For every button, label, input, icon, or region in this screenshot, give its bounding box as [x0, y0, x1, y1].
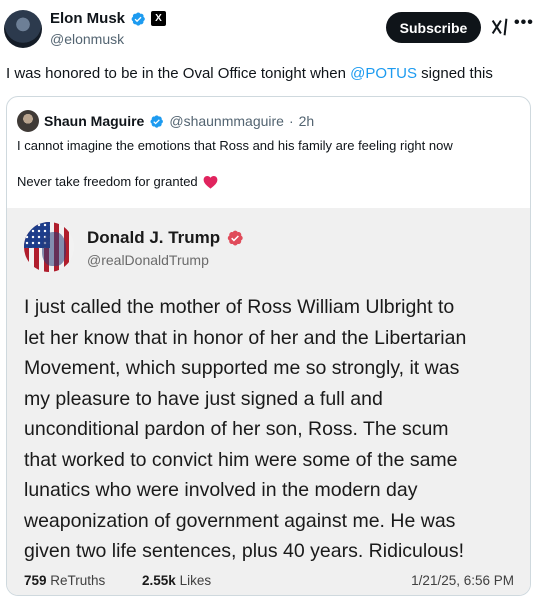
quote-text-line2-text: Never take freedom for granted — [17, 174, 198, 189]
author-handle[interactable]: @elonmusk — [50, 31, 124, 47]
tweet-text-before: I was honored to be in the Oval Office t… — [6, 65, 351, 82]
potus-mention-link[interactable]: @POTUS — [350, 65, 417, 82]
truth-avatar-face — [42, 232, 66, 266]
red-heart-icon — [203, 175, 218, 189]
more-icon[interactable]: ••• — [514, 14, 534, 32]
truth-avatar — [24, 222, 74, 272]
author-avatar[interactable] — [4, 10, 42, 48]
retruths-label: ReTruths — [50, 573, 106, 588]
truth-social-screenshot: Donald J. Trump @realDonaldTrump I just … — [7, 208, 530, 595]
quote-verified-badge-icon — [150, 114, 164, 128]
truth-body-line: lunatics who were involved in the modern… — [24, 479, 418, 501]
quote-author-name: Shaun Maguire — [44, 113, 145, 129]
truth-body-line: my pleasure to have just signed a full a… — [24, 387, 383, 410]
tweet-text: I was honored to be in the Oval Office t… — [6, 65, 493, 82]
likes-stat: 2.55k Likes — [142, 573, 211, 588]
quote-author-handle: @shaunmmaguire — [169, 113, 284, 129]
author-name-row: Elon Musk X — [50, 10, 167, 27]
subscribe-button[interactable]: Subscribe — [386, 12, 481, 43]
truth-body-line: I just called the mother of Ross William… — [24, 296, 455, 318]
quote-avatar — [17, 110, 39, 132]
truth-body-line: let her know that in honor of her and th… — [24, 326, 467, 349]
retruths-count: 759 — [24, 573, 47, 588]
tweet-header: Elon Musk X @elonmusk Subscribe ••• — [0, 0, 536, 56]
author-name[interactable]: Elon Musk — [50, 10, 125, 27]
retruths-stat: 759 ReTruths — [24, 573, 105, 588]
truth-body-line: Movement, which supported me so strongly… — [24, 357, 460, 379]
truth-date: 1/21/25, 6:56 PM — [411, 573, 514, 588]
truth-verified-badge-icon — [227, 230, 243, 246]
tweet-text-after: signed this — [417, 65, 493, 82]
quote-text-line1: I cannot imagine the emotions that Ross … — [17, 138, 453, 153]
truth-body-line: weaponization of government against me. … — [24, 509, 456, 532]
quote-text-line2: Never take freedom for granted — [17, 174, 218, 189]
grok-icon[interactable] — [489, 16, 511, 38]
quote-separator: · — [288, 113, 294, 129]
truth-body: I just called the mother of Ross William… — [24, 292, 524, 567]
truth-author-name: Donald J. Trump — [87, 228, 221, 247]
quote-header: Shaun Maguire @shaunmmaguire · 2h — [17, 110, 314, 132]
likes-label: Likes — [179, 573, 212, 588]
x-affiliate-icon[interactable]: X — [151, 11, 167, 26]
truth-name-row: Donald J. Trump — [87, 228, 244, 248]
quote-time: 2h — [298, 113, 315, 129]
truth-body-line: unconditional pardon of her son, Ross. T… — [24, 418, 449, 440]
likes-count: 2.55k — [142, 573, 176, 588]
verified-badge-icon[interactable] — [130, 11, 146, 27]
quoted-tweet[interactable]: Shaun Maguire @shaunmmaguire · 2h I cann… — [6, 96, 531, 596]
truth-author-handle: @realDonaldTrump — [87, 252, 209, 268]
truth-body-line: that worked to convict him were some of … — [24, 448, 458, 471]
truth-body-line: given two life sentences, plus 40 years.… — [24, 540, 465, 562]
